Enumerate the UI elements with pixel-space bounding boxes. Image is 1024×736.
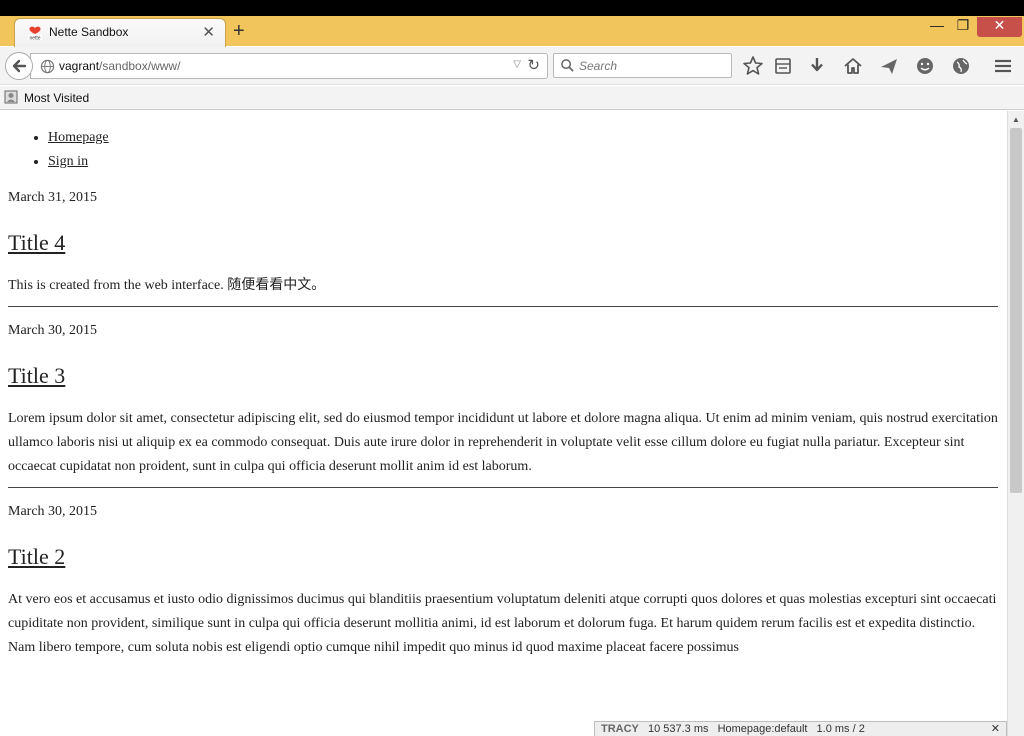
back-arrow-icon: [12, 59, 27, 73]
send-icon[interactable]: [878, 55, 900, 77]
search-icon: [561, 59, 574, 72]
post-title-link[interactable]: Title 4: [8, 230, 65, 255]
tracy-debug-bar: TRACY 10 537.3 ms Homepage:default 1.0 m…: [594, 721, 1007, 736]
tracy-database[interactable]: 1.0 ms / 2: [817, 722, 865, 736]
post-date: March 31, 2015: [8, 190, 98, 205]
bookmarks-toolbar: Most Visited: [0, 86, 1024, 110]
tracy-time[interactable]: 10 537.3 ms: [648, 722, 709, 736]
site-nav: Homepage Sign in: [48, 126, 998, 174]
post-date: March 30, 2015: [8, 504, 98, 519]
window-close-button[interactable]: ✕: [977, 17, 1022, 37]
post-title-link[interactable]: Title 3: [8, 363, 65, 388]
tracy-route[interactable]: Homepage:default: [718, 722, 808, 736]
bookmark-most-visited[interactable]: Most Visited: [24, 91, 89, 105]
post-title: Title 3: [8, 361, 998, 391]
url-path: /sandbox/www/: [99, 59, 181, 73]
scroll-up-arrow-icon[interactable]: ▲: [1008, 111, 1024, 128]
nav-link-sign-in[interactable]: Sign in: [48, 154, 88, 169]
post-title: Title 4: [8, 228, 998, 258]
post-body: This is created from the web interface. …: [8, 278, 326, 293]
page-content: Homepage Sign in March 31, 2015 Title 4 …: [0, 111, 1006, 736]
navigation-toolbar: vagrant/sandbox/www/ ▽ ↻ Search: [0, 47, 1024, 85]
screen-top-band: [0, 0, 1024, 16]
url-bar[interactable]: vagrant/sandbox/www/ ▽ ↻: [30, 53, 548, 79]
home-icon[interactable]: [842, 55, 864, 77]
url-text: vagrant/sandbox/www/: [59, 59, 180, 73]
globe-icon: [40, 59, 55, 74]
tab-close-icon[interactable]: ✕: [202, 23, 215, 41]
tab-title: Nette Sandbox: [49, 25, 129, 39]
browser-tab[interactable]: nette Nette Sandbox ✕: [14, 18, 226, 47]
reload-icon[interactable]: ↻: [527, 56, 540, 74]
post-body: At vero eos et accusamus et iusto odio d…: [8, 592, 997, 655]
globe-addon-icon[interactable]: [950, 55, 972, 77]
scrollbar-thumb[interactable]: [1010, 128, 1022, 493]
bookmark-star-icon[interactable]: [742, 55, 764, 77]
nav-link-homepage[interactable]: Homepage: [48, 130, 109, 145]
post: March 30, 2015 Title 2 At vero eos et ac…: [8, 502, 998, 660]
post-title: Title 2: [8, 542, 998, 572]
url-host: vagrant: [59, 59, 100, 73]
download-icon[interactable]: [806, 55, 828, 77]
url-history-dropdown-icon[interactable]: ▽: [513, 59, 521, 70]
back-button[interactable]: [5, 52, 33, 80]
post-divider: [8, 306, 998, 307]
svg-text:nette: nette: [29, 36, 40, 42]
hamburger-menu-icon[interactable]: [992, 55, 1014, 77]
post-date: March 30, 2015: [8, 323, 98, 338]
tracy-logo[interactable]: TRACY: [601, 722, 639, 736]
post-title-link[interactable]: Title 2: [8, 544, 65, 569]
nav-item: Sign in: [48, 150, 998, 174]
window-minimize-button[interactable]: —: [924, 17, 950, 37]
nav-item: Homepage: [48, 126, 998, 150]
nette-favicon-icon: nette: [28, 26, 42, 42]
tracy-close-icon[interactable]: ✕: [991, 722, 1000, 736]
new-tab-button[interactable]: +: [233, 19, 245, 43]
search-bar[interactable]: Search: [553, 53, 732, 78]
smiley-icon[interactable]: [914, 55, 936, 77]
post-divider: [8, 487, 998, 488]
window-maximize-button[interactable]: ❐: [950, 17, 976, 37]
vertical-scrollbar[interactable]: ▲: [1007, 111, 1024, 736]
search-placeholder: Search: [579, 59, 618, 73]
post-body: Lorem ipsum dolor sit amet, consectetur …: [8, 411, 998, 474]
bookmarks-menu-icon[interactable]: [772, 55, 794, 77]
post: March 31, 2015 Title 4 This is created f…: [8, 188, 998, 307]
most-visited-icon: [4, 90, 18, 104]
post: March 30, 2015 Title 3 Lorem ipsum dolor…: [8, 321, 998, 488]
